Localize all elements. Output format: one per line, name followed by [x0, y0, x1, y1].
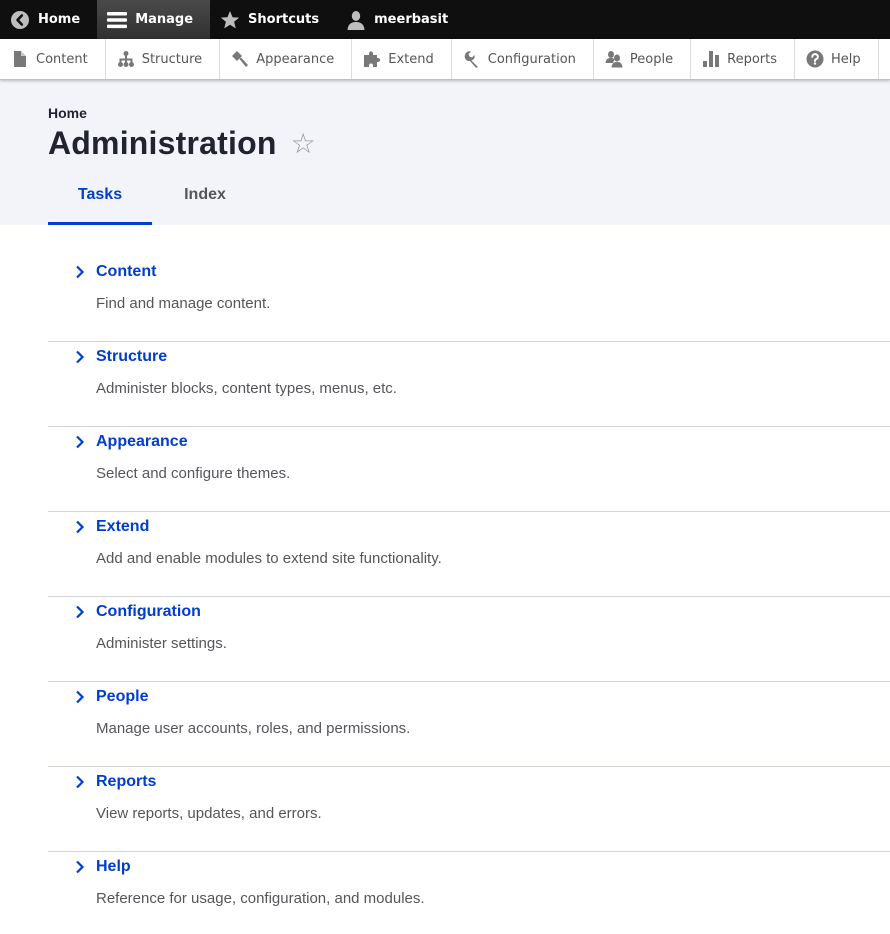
shortcut-star-icon[interactable]: ☆ — [291, 129, 316, 158]
wrench-icon — [463, 50, 481, 68]
tray-item-people[interactable]: People — [594, 39, 692, 79]
chevron-right-icon — [75, 265, 85, 279]
star-icon — [220, 10, 240, 30]
tab-tasks[interactable]: Tasks — [48, 181, 152, 225]
file-icon — [11, 50, 29, 68]
chevron-right-icon — [75, 435, 85, 449]
paintbrush-icon — [231, 50, 249, 68]
task-link-appearance[interactable]: Appearance — [75, 433, 188, 451]
tray-item-label: Appearance — [256, 51, 335, 67]
tray-item-reports[interactable]: Reports — [691, 39, 795, 79]
hamburger-menu-icon — [107, 10, 128, 30]
tray-item-appearance[interactable]: Appearance — [220, 39, 353, 79]
task-title: Configuration — [96, 603, 201, 620]
toolbar-manage-label: Manage — [135, 12, 194, 27]
task-link-help[interactable]: Help — [75, 858, 131, 876]
user-icon — [346, 10, 366, 30]
page-title: Administration — [48, 125, 277, 161]
toolbar-user-label: meerbasit — [374, 12, 449, 27]
people-icon — [605, 50, 623, 68]
list-item: Extend Add and enable modules to extend … — [48, 512, 890, 597]
task-description: Reference for usage, configuration, and … — [96, 890, 425, 907]
task-link-configuration[interactable]: Configuration — [75, 603, 201, 621]
tray-item-label: Help — [831, 51, 861, 67]
task-title: Help — [96, 858, 131, 875]
list-item: Help Reference for usage, configuration,… — [48, 852, 890, 934]
admin-tray: Content Structure Appearance Extend Conf… — [0, 39, 890, 80]
tray-item-label: People — [629, 51, 674, 67]
toolbar-home-label: Home — [38, 12, 81, 27]
toolbar-home[interactable]: Home — [0, 0, 97, 39]
task-title: People — [96, 688, 149, 705]
task-description: Find and manage content. — [96, 295, 271, 312]
chevron-right-icon — [75, 605, 85, 619]
task-description: Select and configure themes. — [96, 465, 291, 482]
chevron-right-icon — [75, 690, 85, 704]
task-link-extend[interactable]: Extend — [75, 518, 149, 536]
toolbar-shortcuts[interactable]: Shortcuts — [210, 0, 336, 39]
primary-tabs: Tasks Index — [48, 181, 258, 225]
back-arrow-circle-icon — [10, 10, 30, 30]
list-item: Structure Administer blocks, content typ… — [48, 342, 890, 427]
task-link-structure[interactable]: Structure — [75, 348, 167, 366]
task-description: View reports, updates, and errors. — [96, 805, 322, 822]
bar-chart-icon — [702, 50, 720, 68]
task-title: Reports — [96, 773, 157, 790]
chevron-right-icon — [75, 860, 85, 874]
title-row: Administration ☆ — [48, 125, 890, 162]
task-title: Structure — [96, 348, 168, 365]
task-link-reports[interactable]: Reports — [75, 773, 156, 791]
tray-item-label: Content — [36, 51, 88, 67]
list-item: Appearance Select and configure themes. — [48, 427, 890, 512]
task-title: Extend — [96, 518, 150, 535]
tray-item-content[interactable]: Content — [0, 39, 106, 79]
admin-task-list: Content Find and manage content. Structu… — [0, 225, 890, 934]
task-title: Content — [96, 263, 157, 280]
tray-item-label: Extend — [388, 51, 434, 67]
toolbar-manage[interactable]: Manage — [97, 0, 211, 39]
breadcrumb-home-link[interactable]: Home — [48, 105, 87, 121]
list-item: Content Find and manage content. — [48, 263, 890, 342]
tray-item-label: Configuration — [487, 51, 576, 67]
admin-toolbar: Home Manage Shortcuts meerbasit — [0, 0, 890, 39]
tray-item-label: Structure — [141, 51, 203, 67]
breadcrumb: Home — [48, 80, 890, 121]
task-link-people[interactable]: People — [75, 688, 148, 706]
chevron-right-icon — [75, 775, 85, 789]
task-link-content[interactable]: Content — [75, 263, 156, 281]
task-description: Manage user accounts, roles, and permiss… — [96, 720, 411, 737]
list-item: Configuration Administer settings. — [48, 597, 890, 682]
tab-index[interactable]: Index — [152, 181, 258, 225]
chevron-right-icon — [75, 350, 85, 364]
tray-item-label: Reports — [727, 51, 777, 67]
tray-item-configuration[interactable]: Configuration — [452, 39, 594, 79]
tray-item-help[interactable]: Help — [795, 39, 879, 79]
puzzle-icon — [363, 50, 381, 68]
page-header: Home Administration ☆ Tasks Index — [0, 80, 890, 225]
question-circle-icon — [806, 50, 824, 68]
toolbar-shortcuts-label: Shortcuts — [248, 12, 320, 27]
task-description: Administer blocks, content types, menus,… — [96, 380, 397, 397]
task-title: Appearance — [96, 433, 188, 450]
toolbar-user[interactable]: meerbasit — [336, 0, 465, 39]
chevron-right-icon — [75, 520, 85, 534]
tray-item-structure[interactable]: Structure — [106, 39, 221, 79]
task-description: Add and enable modules to extend site fu… — [96, 550, 442, 567]
sitemap-icon — [117, 50, 135, 68]
list-item: Reports View reports, updates, and error… — [48, 767, 890, 852]
tray-item-extend[interactable]: Extend — [352, 39, 452, 79]
task-description: Administer settings. — [96, 635, 227, 652]
list-item: People Manage user accounts, roles, and … — [48, 682, 890, 767]
